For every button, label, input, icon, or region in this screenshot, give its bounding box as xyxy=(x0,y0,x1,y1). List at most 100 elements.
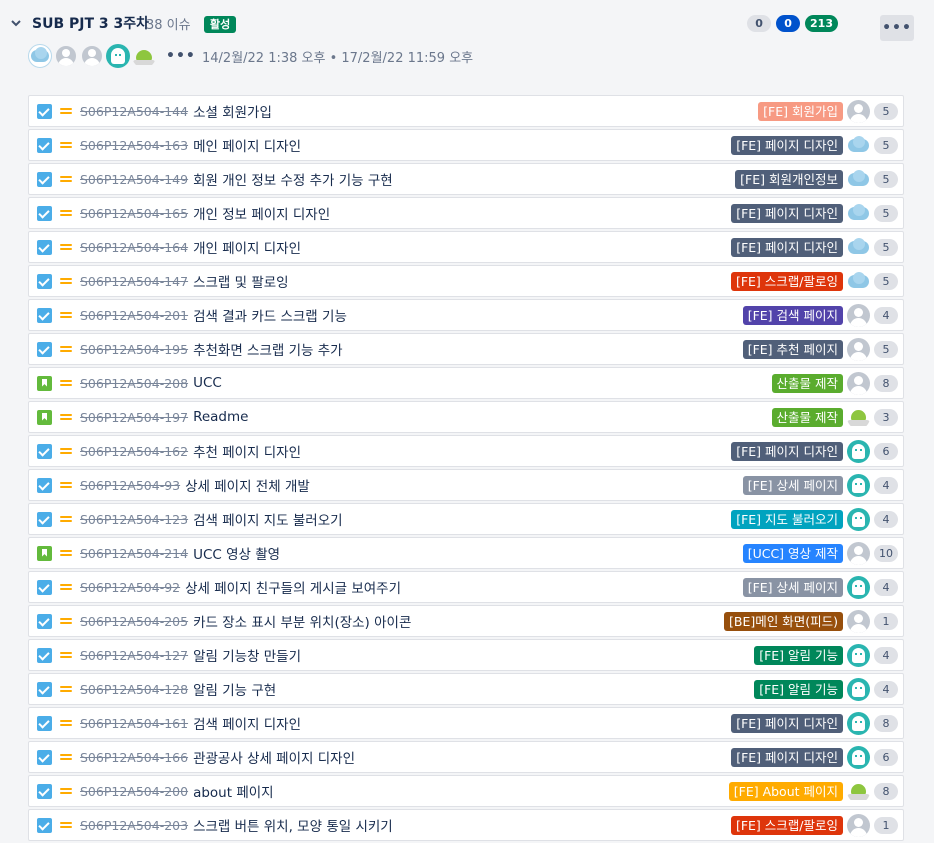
issue-row[interactable]: S06P12A504-128 알림 기능 구현 [FE] 알림 기능 4 xyxy=(28,673,904,705)
assignee-avatar[interactable] xyxy=(847,508,870,531)
issue-key[interactable]: S06P12A504-161 xyxy=(80,716,188,731)
epic-label[interactable]: 산출물 제작 xyxy=(771,374,843,393)
issue-row[interactable]: S06P12A504-127 알림 기능창 만들기 [FE] 알림 기능 4 xyxy=(28,639,904,671)
avatar[interactable] xyxy=(28,44,52,68)
epic-label[interactable]: [FE] 상세 페이지 xyxy=(742,476,843,495)
issue-row[interactable]: S06P12A504-161 검색 페이지 디자인 [FE] 페이지 디자인 8 xyxy=(28,707,904,739)
more-actions-button[interactable]: ••• xyxy=(880,15,914,41)
priority-medium-icon xyxy=(60,277,72,285)
issue-key[interactable]: S06P12A504-149 xyxy=(80,172,188,187)
assignee-avatar[interactable] xyxy=(847,304,870,327)
issue-row[interactable]: S06P12A504-92 상세 페이지 친구들의 게시글 보여주기 [FE] … xyxy=(28,571,904,603)
more-avatars-button[interactable]: ••• xyxy=(166,48,196,64)
assignee-avatar[interactable] xyxy=(847,576,870,599)
assignee-avatar[interactable] xyxy=(847,644,870,667)
epic-label[interactable]: [FE] 회원개인정보 xyxy=(735,170,843,189)
assignee-avatar[interactable] xyxy=(847,338,870,361)
assignee-avatar[interactable] xyxy=(847,610,870,633)
issue-key[interactable]: S06P12A504-200 xyxy=(80,784,188,799)
issue-key[interactable]: S06P12A504-201 xyxy=(80,308,188,323)
issue-key[interactable]: S06P12A504-162 xyxy=(80,444,188,459)
assignee-avatar[interactable] xyxy=(847,746,870,769)
epic-label[interactable]: [FE] 페이지 디자인 xyxy=(731,238,843,257)
issue-row[interactable]: S06P12A504-93 상세 페이지 전체 개발 [FE] 상세 페이지 4 xyxy=(28,469,904,501)
issue-row[interactable]: S06P12A504-201 검색 결과 카드 스크랩 기능 [FE] 검색 페… xyxy=(28,299,904,331)
epic-label[interactable]: [FE] 페이지 디자인 xyxy=(731,714,843,733)
issue-key[interactable]: S06P12A504-197 xyxy=(80,410,188,425)
chevron-down-icon[interactable] xyxy=(8,15,24,31)
avatar[interactable] xyxy=(132,44,156,68)
assignee-avatar[interactable] xyxy=(847,134,870,157)
issue-key[interactable]: S06P12A504-123 xyxy=(80,512,188,527)
issue-summary: Readme xyxy=(193,409,249,425)
issue-row[interactable]: S06P12A504-162 추천 페이지 디자인 [FE] 페이지 디자인 6 xyxy=(28,435,904,467)
assignee-avatar[interactable] xyxy=(847,236,870,259)
assignee-avatar[interactable] xyxy=(847,372,870,395)
issue-key[interactable]: S06P12A504-203 xyxy=(80,818,188,833)
epic-label[interactable]: [FE] 상세 페이지 xyxy=(742,578,843,597)
epic-label[interactable]: [FE] 알림 기능 xyxy=(754,680,843,699)
issue-row[interactable]: S06P12A504-147 스크랩 및 팔로잉 [FE] 스크랩/팔로잉 5 xyxy=(28,265,904,297)
epic-label[interactable]: 산출물 제작 xyxy=(771,408,843,427)
assignee-avatar[interactable] xyxy=(847,168,870,191)
epic-label[interactable]: [FE] 스크랩/팔로잉 xyxy=(730,816,843,835)
issue-key[interactable]: S06P12A504-214 xyxy=(80,546,188,561)
epic-label[interactable]: [FE] 페이지 디자인 xyxy=(731,204,843,223)
epic-label[interactable]: [FE] 페이지 디자인 xyxy=(731,136,843,155)
assignee-avatar[interactable] xyxy=(847,440,870,463)
avatar[interactable] xyxy=(80,44,104,68)
issue-row[interactable]: S06P12A504-165 개인 정보 페이지 디자인 [FE] 페이지 디자… xyxy=(28,197,904,229)
issue-row[interactable]: S06P12A504-200 about 페이지 [FE] About 페이지 … xyxy=(28,775,904,807)
assignee-avatar[interactable] xyxy=(847,474,870,497)
epic-label[interactable]: [BE]메인 화면(피드) xyxy=(724,612,843,631)
issue-row[interactable]: S06P12A504-166 관광공사 상세 페이지 디자인 [FE] 페이지 … xyxy=(28,741,904,773)
issue-row[interactable]: S06P12A504-163 메인 페이지 디자인 [FE] 페이지 디자인 5 xyxy=(28,129,904,161)
issue-key[interactable]: S06P12A504-93 xyxy=(80,478,180,493)
epic-label[interactable]: [FE] About 페이지 xyxy=(728,782,843,801)
epic-label[interactable]: [UCC] 영상 제작 xyxy=(742,544,843,563)
assignee-avatar[interactable] xyxy=(847,814,870,837)
avatar[interactable] xyxy=(106,44,130,68)
issue-row[interactable]: S06P12A504-144 소셜 회원가입 [FE] 회원가입 5 xyxy=(28,95,904,127)
epic-label[interactable]: [FE] 알림 기능 xyxy=(754,646,843,665)
issue-key[interactable]: S06P12A504-208 xyxy=(80,376,188,391)
epic-label[interactable]: [FE] 페이지 디자인 xyxy=(731,442,843,461)
epic-label[interactable]: [FE] 스크랩/팔로잉 xyxy=(730,272,843,291)
issue-row[interactable]: S06P12A504-203 스크랩 버튼 위치, 모양 통일 시키기 [FE]… xyxy=(28,809,904,841)
issue-row[interactable]: S06P12A504-205 카드 장소 표시 부분 위치(장소) 아이콘 [B… xyxy=(28,605,904,637)
assignee-avatar[interactable] xyxy=(847,100,870,123)
epic-label[interactable]: [FE] 회원가입 xyxy=(758,102,843,121)
issue-key[interactable]: S06P12A504-163 xyxy=(80,138,188,153)
issue-key[interactable]: S06P12A504-165 xyxy=(80,206,188,221)
assignee-avatar[interactable] xyxy=(847,678,870,701)
issue-key[interactable]: S06P12A504-195 xyxy=(80,342,188,357)
epic-label[interactable]: [FE] 지도 불러오기 xyxy=(731,510,843,529)
issue-key[interactable]: S06P12A504-147 xyxy=(80,274,188,289)
assignee-avatar[interactable] xyxy=(847,202,870,225)
assignee-avatar[interactable] xyxy=(847,406,870,429)
epic-label[interactable]: [FE] 페이지 디자인 xyxy=(731,748,843,767)
issue-row[interactable]: S06P12A504-123 검색 페이지 지도 불러오기 [FE] 지도 불러… xyxy=(28,503,904,535)
assignee-avatar[interactable] xyxy=(847,712,870,735)
epic-label[interactable]: [FE] 추천 페이지 xyxy=(742,340,843,359)
issue-row[interactable]: S06P12A504-208 UCC 산출물 제작 8 xyxy=(28,367,904,399)
issue-summary: 개인 정보 페이지 디자인 xyxy=(193,207,331,223)
issue-key[interactable]: S06P12A504-92 xyxy=(80,580,180,595)
priority-medium-icon xyxy=(60,821,72,829)
issue-key[interactable]: S06P12A504-164 xyxy=(80,240,188,255)
assignee-avatar[interactable] xyxy=(847,780,870,803)
issue-key[interactable]: S06P12A504-166 xyxy=(80,750,188,765)
epic-label[interactable]: [FE] 검색 페이지 xyxy=(742,306,843,325)
issue-row[interactable]: S06P12A504-164 개인 페이지 디자인 [FE] 페이지 디자인 5 xyxy=(28,231,904,263)
issue-key[interactable]: S06P12A504-205 xyxy=(80,614,188,629)
issue-key[interactable]: S06P12A504-127 xyxy=(80,648,188,663)
avatar[interactable] xyxy=(54,44,78,68)
issue-row[interactable]: S06P12A504-149 회원 개인 정보 수정 추가 기능 구현 [FE]… xyxy=(28,163,904,195)
issue-row[interactable]: S06P12A504-197 Readme 산출물 제작 3 xyxy=(28,401,904,433)
issue-key[interactable]: S06P12A504-144 xyxy=(80,104,188,119)
issue-row[interactable]: S06P12A504-195 추천화면 스크랩 기능 추가 [FE] 추천 페이… xyxy=(28,333,904,365)
assignee-avatar[interactable] xyxy=(847,542,870,565)
issue-key[interactable]: S06P12A504-128 xyxy=(80,682,188,697)
assignee-avatar[interactable] xyxy=(847,270,870,293)
issue-row[interactable]: S06P12A504-214 UCC 영상 촬영 [UCC] 영상 제작 10 xyxy=(28,537,904,569)
